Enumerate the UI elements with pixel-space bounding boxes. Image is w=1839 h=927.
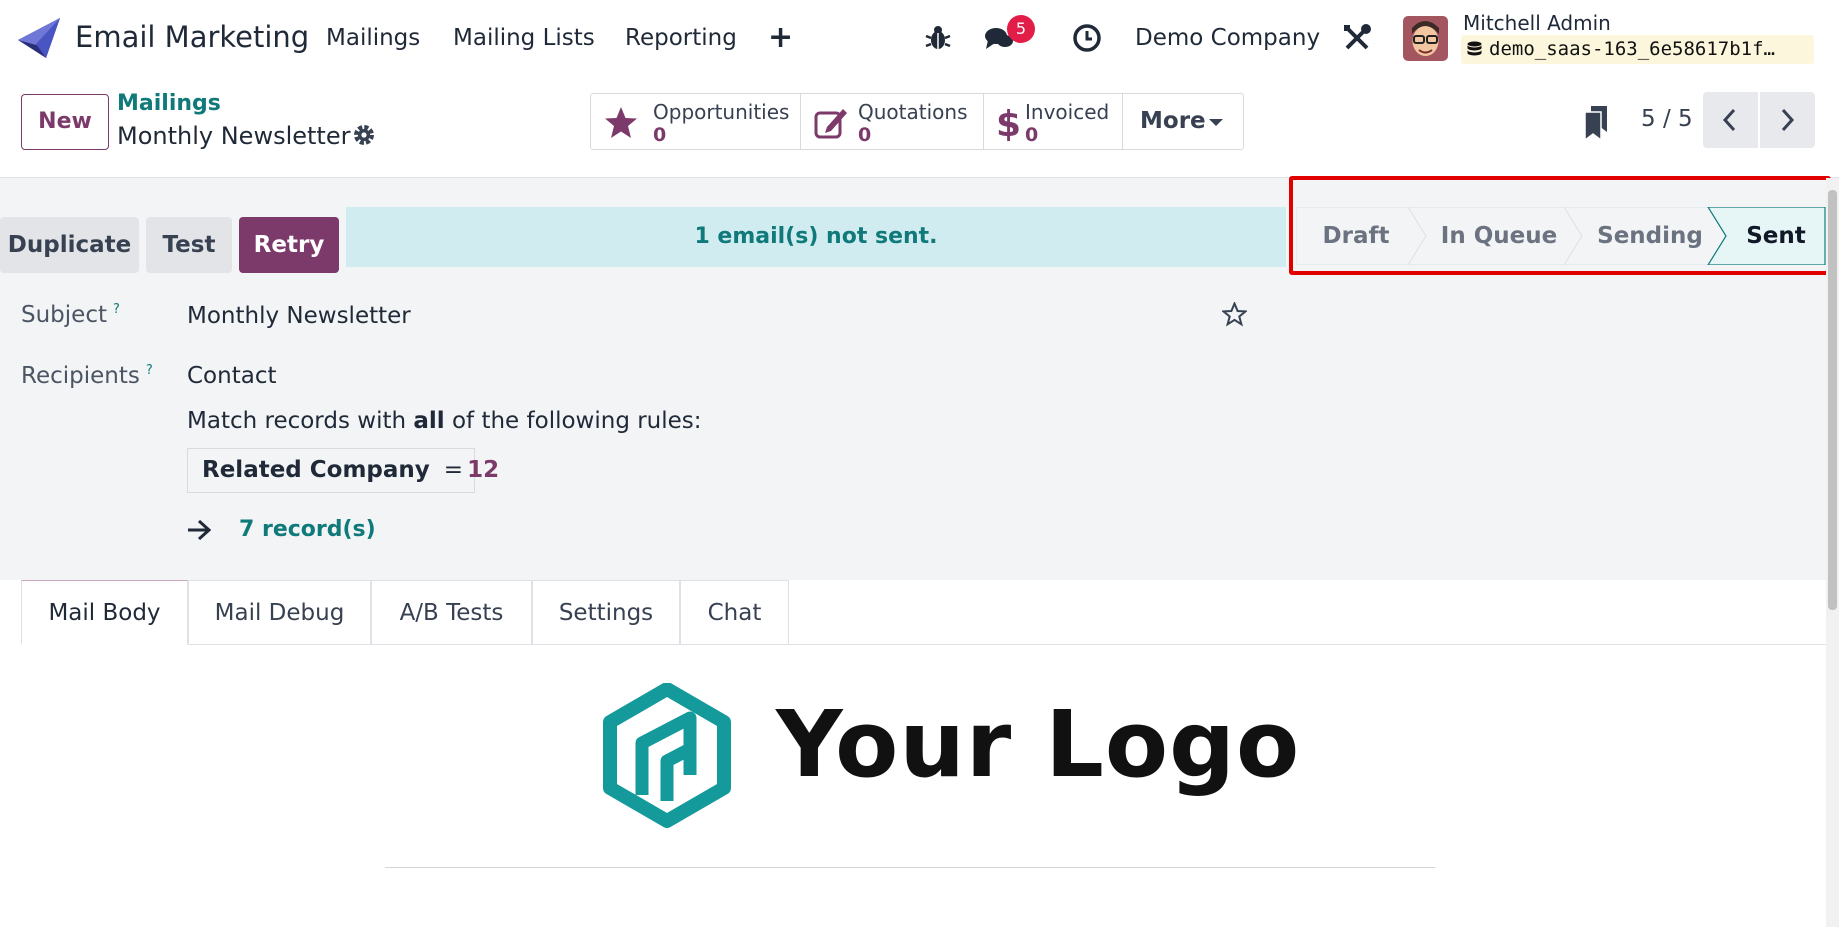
rules-intro-after: of the following rules: [444, 408, 702, 434]
pager-previous-button[interactable] [1703, 92, 1758, 148]
recipients-label: Recipients? [21, 363, 153, 389]
more-dropdown[interactable]: More [1123, 94, 1241, 149]
favorite-star-icon[interactable] [1222, 302, 1247, 327]
edit-icon [814, 109, 847, 139]
rules-intro-all: all [413, 408, 445, 434]
app-title[interactable]: Email Marketing [75, 20, 309, 54]
stage-in-queue[interactable]: In Queue [1424, 207, 1574, 265]
rules-intro: Match records with all of the following … [187, 408, 702, 434]
arrow-right-icon [188, 519, 211, 541]
breadcrumb-current: Monthly Newsletter [117, 122, 351, 150]
svg-text:$: $ [996, 105, 1021, 141]
duplicate-button[interactable]: Duplicate [0, 217, 139, 273]
user-avatar[interactable] [1403, 16, 1448, 61]
rule-operator: = [443, 457, 464, 483]
test-button[interactable]: Test [146, 217, 232, 273]
menu-mailing-lists[interactable]: Mailing Lists [453, 25, 595, 51]
rule-value: 12 [467, 457, 500, 483]
app-logo-icon[interactable] [18, 18, 60, 58]
pager-value[interactable]: 5 / 5 [1641, 106, 1693, 132]
scrollbar-thumb[interactable] [1828, 190, 1837, 610]
subject-label-text: Subject [21, 302, 107, 328]
tab-ab-tests[interactable]: A/B Tests [371, 580, 532, 645]
stage-draft[interactable]: Draft [1296, 207, 1416, 265]
top-navbar: Email Marketing Mailings Mailing Lists R… [0, 0, 1839, 78]
invoiced-label: Invoiced [1025, 100, 1110, 124]
subject-label: Subject? [21, 302, 120, 328]
quotations-button[interactable]: Quotations 0 [801, 94, 984, 149]
bookmark-icon[interactable] [1585, 106, 1609, 140]
smart-buttons: Opportunities 0 Quotations 0 $ Invoiced … [590, 93, 1244, 150]
new-button[interactable]: New [21, 94, 109, 150]
breadcrumb-mailings[interactable]: Mailings [117, 91, 221, 116]
recipients-label-text: Recipients [21, 363, 140, 389]
stage-sending[interactable]: Sending [1582, 207, 1718, 265]
notification-badge: 5 [1007, 15, 1035, 43]
menu-plus-button[interactable]: + [768, 20, 793, 55]
clock-icon[interactable] [1071, 22, 1103, 54]
opportunities-label: Opportunities [653, 100, 790, 124]
quotations-label: Quotations [858, 100, 968, 124]
tab-chat[interactable]: Chat [680, 580, 789, 645]
recipients-help-icon[interactable]: ? [146, 363, 153, 378]
database-name: demo_saas-163_6e58617b1f… [1489, 38, 1775, 60]
retry-button[interactable]: Retry [239, 217, 339, 273]
invoiced-button[interactable]: $ Invoiced 0 [984, 94, 1123, 149]
stage-sent[interactable]: Sent [1726, 207, 1826, 265]
dollar-icon: $ [996, 105, 1021, 141]
status-bar: Draft In Queue Sending Sent [1296, 207, 1826, 265]
logo-hexagon-icon [603, 683, 731, 828]
tab-settings[interactable]: Settings [532, 580, 680, 645]
subject-field[interactable]: Monthly Newsletter [187, 303, 411, 329]
opportunities-value: 0 [653, 124, 667, 146]
invoiced-value: 0 [1025, 124, 1039, 146]
tab-mail-debug[interactable]: Mail Debug [188, 580, 371, 645]
gear-icon[interactable] [352, 123, 376, 147]
tab-mail-body[interactable]: Mail Body [21, 580, 188, 645]
chevron-left-icon [1722, 108, 1736, 132]
recipients-field[interactable]: Contact [187, 363, 276, 389]
tools-icon[interactable] [1341, 22, 1373, 54]
company-switcher[interactable]: Demo Company [1135, 25, 1320, 51]
bug-icon[interactable] [922, 22, 954, 54]
rule-field: Related Company [202, 457, 430, 483]
records-count-link[interactable]: 7 record(s) [239, 517, 376, 542]
not-sent-alert: 1 email(s) not sent. [346, 207, 1286, 267]
mail-logo[interactable]: Your Logo [602, 683, 1299, 829]
user-name[interactable]: Mitchell Admin [1463, 11, 1611, 35]
opportunities-button[interactable]: Opportunities 0 [591, 94, 801, 149]
pager-next-button[interactable] [1760, 92, 1815, 148]
star-icon [605, 107, 637, 138]
menu-mailings[interactable]: Mailings [326, 25, 420, 51]
database-icon [1467, 41, 1482, 56]
rules-intro-before: Match records with [187, 408, 414, 434]
database-tag: demo_saas-163_6e58617b1f… [1461, 35, 1814, 64]
chevron-right-icon [1781, 108, 1795, 132]
caret-down-icon [1209, 119, 1223, 126]
more-label: More [1140, 108, 1206, 134]
logo-text: Your Logo [776, 691, 1301, 798]
domain-rule[interactable]: Related Company = 12 [187, 448, 499, 493]
subject-help-icon[interactable]: ? [113, 302, 120, 317]
quotations-value: 0 [858, 124, 872, 146]
menu-reporting[interactable]: Reporting [625, 25, 737, 51]
mail-body-divider [385, 867, 1435, 868]
